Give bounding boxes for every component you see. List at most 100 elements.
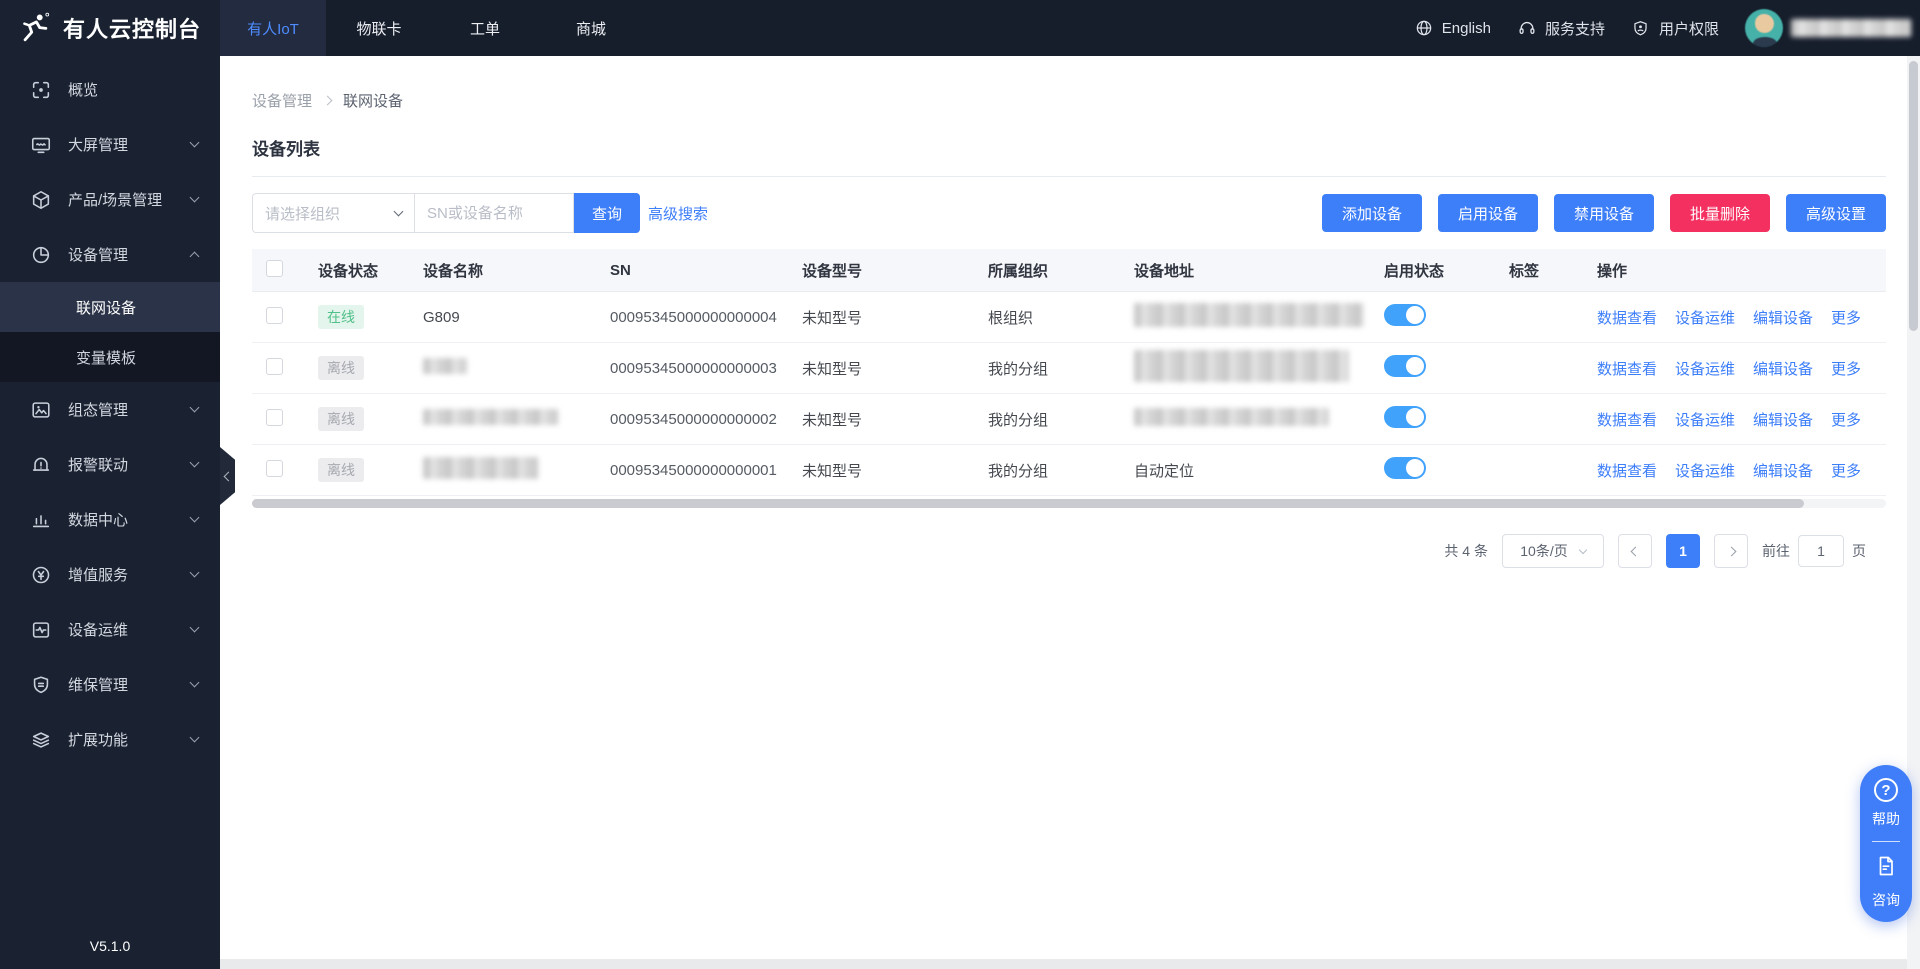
breadcrumb-device-management[interactable]: 设备管理	[252, 90, 312, 111]
sidebar-item-label: 数据中心	[68, 509, 175, 530]
row-action-edit-device[interactable]: 编辑设备	[1753, 361, 1813, 378]
chevron-down-icon	[190, 513, 200, 523]
enable-toggle[interactable]	[1384, 304, 1426, 326]
row-action-edit-device[interactable]: 编辑设备	[1753, 412, 1813, 429]
row-action-more[interactable]: 更多	[1831, 310, 1861, 327]
device-name-redacted	[423, 409, 558, 425]
row-checkbox[interactable]	[266, 409, 283, 426]
org-select[interactable]: 请选择组织	[252, 193, 414, 233]
device-model: 未知型号	[802, 409, 988, 430]
row-action-view-data[interactable]: 数据查看	[1597, 463, 1657, 480]
user-permissions[interactable]: 用户权限	[1631, 18, 1719, 39]
advanced-settings-button[interactable]: 高级设置	[1786, 194, 1886, 232]
sidebar-item-overview[interactable]: 概览	[0, 62, 220, 117]
logo-row[interactable]: 有人云控制台	[0, 0, 220, 56]
row-action-edit-device[interactable]: 编辑设备	[1753, 310, 1813, 327]
table-header-row: 设备状态设备名称SN设备型号所属组织设备地址启用状态标签操作	[252, 249, 1886, 292]
sidebar-item-product-scene[interactable]: 产品/场景管理	[0, 172, 220, 227]
sidebar-item-label: 增值服务	[68, 564, 175, 585]
user-name-redacted	[1791, 19, 1911, 37]
device-sn: 00095345000000000004	[610, 309, 802, 326]
consult-button[interactable]: 咨询	[1872, 890, 1900, 910]
chevron-down-icon	[1578, 545, 1586, 553]
consult-doc-icon[interactable]	[1874, 854, 1898, 883]
sidebar-item-data-center[interactable]: 数据中心	[0, 492, 220, 547]
device-icon	[30, 244, 52, 266]
enable-device-button[interactable]: 启用设备	[1438, 194, 1538, 232]
pagination: 共 4 条 10条/页 1 前往 页	[252, 534, 1886, 568]
row-checkbox[interactable]	[266, 358, 283, 375]
row-action-device-ops[interactable]: 设备运维	[1675, 310, 1735, 327]
sidebar-item-alarm-linkage[interactable]: 报警联动	[0, 437, 220, 492]
row-checkbox[interactable]	[266, 460, 283, 477]
row-action-view-data[interactable]: 数据查看	[1597, 361, 1657, 378]
row-action-edit-device[interactable]: 编辑设备	[1753, 463, 1813, 480]
tab-mall[interactable]: 商城	[538, 0, 644, 56]
sidebar-item-device-ops[interactable]: 设备运维	[0, 602, 220, 657]
current-page[interactable]: 1	[1666, 534, 1700, 568]
row-action-more[interactable]: 更多	[1831, 361, 1861, 378]
row-action-more[interactable]: 更多	[1831, 412, 1861, 429]
tab-sim-card[interactable]: 物联卡	[326, 0, 432, 56]
sidebar-subitem-variable-template[interactable]: 变量模板	[0, 332, 220, 382]
disable-device-button[interactable]: 禁用设备	[1554, 194, 1654, 232]
sidebar-item-big-screen[interactable]: 大屏管理	[0, 117, 220, 172]
chevron-down-icon	[190, 193, 200, 203]
sidebar-subitem-networked-devices[interactable]: 联网设备	[0, 282, 220, 332]
user-permissions-label: 用户权限	[1659, 18, 1719, 39]
device-model: 未知型号	[802, 460, 988, 481]
globe-icon	[1414, 18, 1434, 38]
sidebar-item-maintenance[interactable]: 维保管理	[0, 657, 220, 712]
select-all-checkbox[interactable]	[266, 260, 283, 277]
goto-page-input[interactable]	[1798, 535, 1844, 567]
row-checkbox[interactable]	[266, 307, 283, 324]
tab-iot[interactable]: 有人IoT	[220, 0, 326, 56]
language-switch[interactable]: English	[1414, 18, 1491, 38]
sidebar: 有人云控制台 概览 大屏管理 产品/场景管理 设备管理 联网设备 变量模板 组态…	[0, 0, 220, 969]
device-address-redacted	[1134, 303, 1364, 327]
page-size-select[interactable]: 10条/页	[1502, 534, 1604, 568]
service-support-label: 服务支持	[1545, 18, 1605, 39]
device-table: 设备状态设备名称SN设备型号所属组织设备地址启用状态标签操作 在线 G809 0…	[252, 249, 1886, 508]
next-page-button[interactable]	[1714, 534, 1748, 568]
batch-delete-button[interactable]: 批量删除	[1670, 194, 1770, 232]
breadcrumb: 设备管理 联网设备	[252, 90, 1886, 111]
column-header-name: 设备名称	[423, 260, 610, 281]
page-size-value: 10条/页	[1520, 541, 1567, 561]
advanced-search-link[interactable]: 高级搜索	[648, 203, 708, 224]
row-action-device-ops[interactable]: 设备运维	[1675, 463, 1735, 480]
total-count: 共 4 条	[1444, 541, 1488, 561]
search-input[interactable]	[414, 193, 574, 233]
column-header-org: 所属组织	[988, 260, 1134, 281]
status-badge: 在线	[318, 305, 364, 330]
help-button[interactable]: 帮助	[1872, 809, 1900, 829]
device-name-redacted	[423, 358, 467, 374]
service-support[interactable]: 服务支持	[1517, 18, 1605, 39]
page-title: 设备列表	[252, 135, 1886, 160]
row-action-view-data[interactable]: 数据查看	[1597, 310, 1657, 327]
add-device-button[interactable]: 添加设备	[1322, 194, 1422, 232]
sidebar-item-value-added[interactable]: 增值服务	[0, 547, 220, 602]
query-button[interactable]: 查询	[574, 193, 640, 233]
row-action-device-ops[interactable]: 设备运维	[1675, 361, 1735, 378]
main-area: 有人IoT物联卡工单商城 English	[220, 0, 1920, 969]
horizontal-scrollbar[interactable]	[252, 499, 1886, 508]
sidebar-item-device-management[interactable]: 设备管理	[0, 227, 220, 282]
sidebar-item-scada[interactable]: 组态管理	[0, 382, 220, 437]
enable-toggle[interactable]	[1384, 355, 1426, 377]
row-action-more[interactable]: 更多	[1831, 463, 1861, 480]
tab-work-order[interactable]: 工单	[432, 0, 538, 56]
enable-toggle[interactable]	[1384, 457, 1426, 479]
horizontal-scrollbar-thumb[interactable]	[252, 499, 1804, 508]
vertical-scrollbar-thumb[interactable]	[1909, 61, 1918, 331]
column-header-addr: 设备地址	[1134, 260, 1384, 281]
help-question-icon[interactable]: ?	[1874, 778, 1898, 802]
row-action-view-data[interactable]: 数据查看	[1597, 412, 1657, 429]
prev-page-button[interactable]	[1618, 534, 1652, 568]
sidebar-item-extensions[interactable]: 扩展功能	[0, 712, 220, 767]
topbar: 有人IoT物联卡工单商城 English	[220, 0, 1920, 56]
page-unit-label: 页	[1852, 541, 1866, 561]
user-menu[interactable]	[1745, 9, 1911, 47]
enable-toggle[interactable]	[1384, 406, 1426, 428]
row-action-device-ops[interactable]: 设备运维	[1675, 412, 1735, 429]
